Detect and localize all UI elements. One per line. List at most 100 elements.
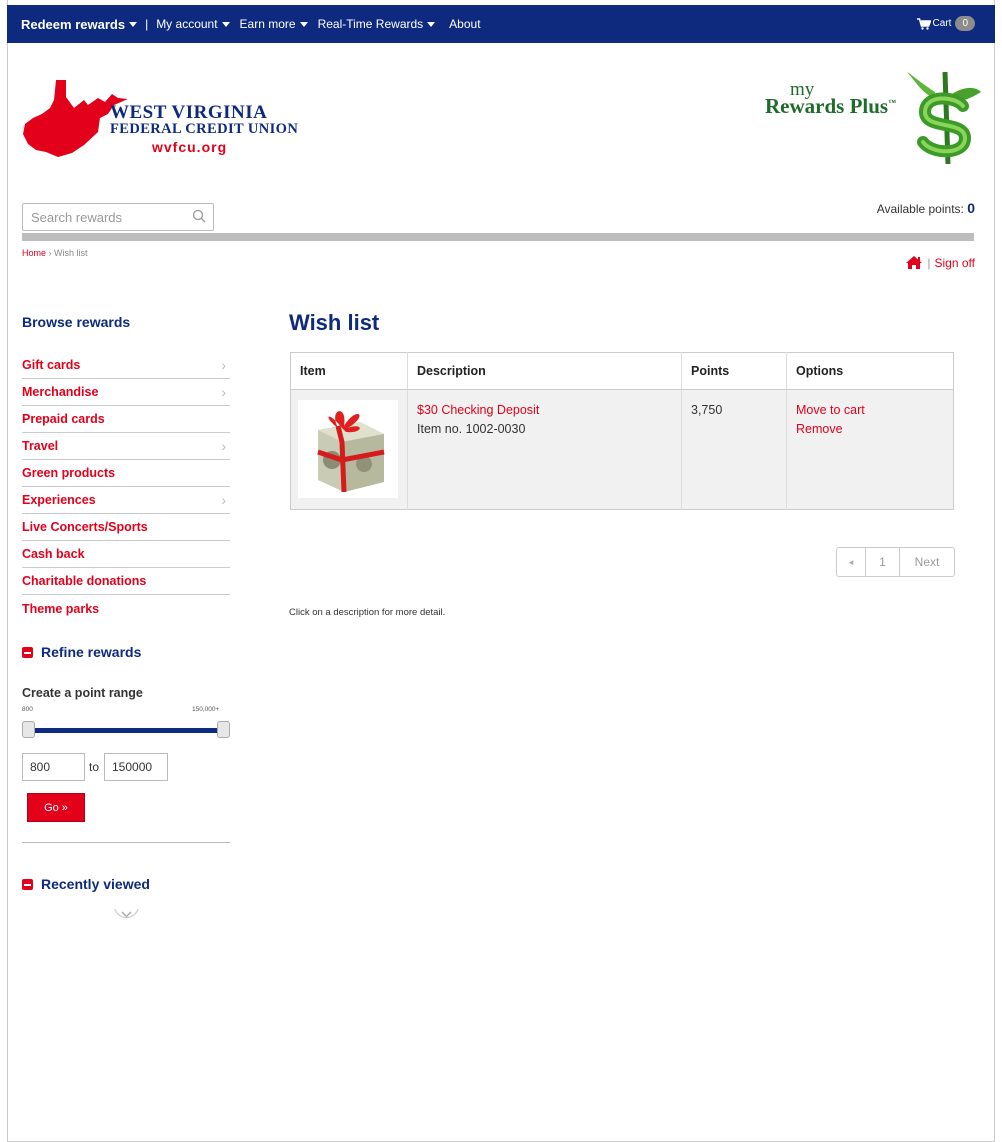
search-placeholder: Search rewards xyxy=(31,209,123,225)
page-number-button[interactable]: 1 xyxy=(866,548,900,576)
nav-my-account[interactable]: My account xyxy=(156,17,230,31)
item-points: 3,750 xyxy=(681,389,787,510)
org-name-line2: Federal Credit Union xyxy=(110,121,299,137)
column-header-description: Description xyxy=(407,352,682,390)
points-value: 0 xyxy=(967,200,975,216)
column-header-item: Item xyxy=(290,352,408,390)
nav-redeem-rewards[interactable]: Redeem rewards xyxy=(21,16,138,32)
chevron-right-icon: › xyxy=(221,492,226,508)
nav-label: Redeem rewards xyxy=(21,16,126,32)
chevron-down-circle-icon[interactable] xyxy=(113,905,140,925)
caret-down-icon xyxy=(129,21,138,27)
category-theme-parks[interactable]: Theme parks xyxy=(22,595,230,622)
category-live-concerts-sports[interactable]: Live Concerts/Sports xyxy=(22,514,230,541)
item-description-cell: $30 Checking Deposit Item no. 1002-0030 xyxy=(407,389,682,510)
go-button[interactable]: Go » xyxy=(27,793,85,822)
breadcrumb-separator: › xyxy=(48,248,52,258)
nav-label: My account xyxy=(156,17,218,31)
category-label: Theme parks xyxy=(22,601,100,616)
category-label: Experiences xyxy=(22,493,96,507)
item-image-cell xyxy=(290,389,408,510)
dollar-leaf-icon xyxy=(907,72,981,164)
search-icon[interactable] xyxy=(192,209,206,223)
chevron-right-icon: › xyxy=(221,438,226,454)
trademark: ™ xyxy=(888,98,897,107)
category-gift-cards[interactable]: Gift cards › xyxy=(22,352,230,379)
category-label: Travel xyxy=(22,439,59,453)
chevron-right-icon: › xyxy=(221,357,226,373)
cart-icon xyxy=(916,17,931,30)
sidebar-divider xyxy=(22,842,230,843)
nav-label: About xyxy=(449,17,481,31)
column-header-points: Points xyxy=(681,352,787,390)
next-page-button[interactable]: Next xyxy=(900,548,954,576)
recently-viewed-heading: Recently viewed xyxy=(41,876,150,892)
range-to-input[interactable]: 150000 xyxy=(104,753,168,781)
help-note: Click on a description for more detail. xyxy=(289,607,446,618)
sign-off-link[interactable]: Sign off xyxy=(935,256,975,270)
category-merchandise[interactable]: Merchandise › xyxy=(22,379,230,406)
program-name-text: Rewards Plus xyxy=(765,94,889,118)
refine-rewards-toggle[interactable]: Refine rewards xyxy=(22,644,141,660)
category-prepaid-cards[interactable]: Prepaid cards xyxy=(22,406,230,433)
range-max-label: 150,000+ xyxy=(192,706,220,713)
pagination: ◂ 1 Next xyxy=(836,547,955,577)
nav-label: Real-Time Rewards xyxy=(317,17,424,31)
cart-button[interactable]: Cart 0 xyxy=(916,16,975,31)
top-nav: Redeem rewards | My account Earn more Re… xyxy=(7,5,995,43)
program-name: Rewards Plus™ xyxy=(765,94,896,119)
range-to-label: to xyxy=(89,760,100,774)
category-label: Live Concerts/Sports xyxy=(22,520,148,534)
slider-track xyxy=(28,728,224,733)
collapse-icon xyxy=(22,646,33,658)
breadcrumb-home[interactable]: Home xyxy=(22,248,46,258)
category-label: Charitable donations xyxy=(22,574,147,588)
item-thumbnail[interactable] xyxy=(298,400,398,498)
caret-down-icon xyxy=(221,21,230,27)
category-charitable-donations[interactable]: Charitable donations xyxy=(22,568,230,595)
collapse-icon xyxy=(22,878,33,890)
breadcrumb-current: Wish list xyxy=(54,248,88,258)
page-title: Wish list xyxy=(289,310,380,335)
wish-list-table: Item Description Points Options $30 Chec… xyxy=(290,352,954,510)
breadcrumb: Home › Wish list xyxy=(22,248,88,258)
category-label: Gift cards xyxy=(22,358,81,372)
point-range-label: Create a point range xyxy=(22,686,143,700)
gift-wrapped-cash-image xyxy=(317,411,385,493)
item-description-link[interactable]: $30 Checking Deposit xyxy=(417,401,672,420)
range-from-input[interactable]: 800 xyxy=(22,753,85,781)
table-header-row: Item Description Points Options xyxy=(290,352,954,390)
header-divider xyxy=(22,233,974,241)
slider-min-handle[interactable] xyxy=(22,721,35,738)
cart-label: Cart xyxy=(932,18,952,29)
remove-link[interactable]: Remove xyxy=(796,420,944,439)
category-label: Cash back xyxy=(22,547,85,561)
nav-about[interactable]: About xyxy=(449,17,480,31)
caret-down-icon xyxy=(299,21,308,27)
nav-earn-more[interactable]: Earn more xyxy=(240,17,308,31)
refine-rewards-heading: Refine rewards xyxy=(41,644,142,660)
available-points: Available points: 0 xyxy=(877,200,975,216)
session-separator: | xyxy=(927,255,931,270)
nav-label: Earn more xyxy=(239,17,296,31)
point-range-slider[interactable] xyxy=(22,720,230,738)
nav-separator: | xyxy=(145,17,149,31)
category-cash-back[interactable]: Cash back xyxy=(22,541,230,568)
table-row: $30 Checking Deposit Item no. 1002-0030 … xyxy=(290,389,954,510)
category-travel[interactable]: Travel › xyxy=(22,433,230,460)
prev-page-button[interactable]: ◂ xyxy=(837,548,866,576)
cart-count-badge: 0 xyxy=(955,16,975,31)
item-number: Item no. 1002-0030 xyxy=(417,422,526,437)
category-green-products[interactable]: Green products xyxy=(22,460,230,487)
category-label: Green products xyxy=(22,466,116,480)
recently-viewed-toggle[interactable]: Recently viewed xyxy=(22,876,150,892)
nav-real-time-rewards[interactable]: Real-Time Rewards xyxy=(318,17,436,31)
slider-max-handle[interactable] xyxy=(217,721,230,738)
item-options-cell: Move to cart Remove xyxy=(786,389,954,510)
org-url: wvfcu.org xyxy=(152,139,228,155)
category-experiences[interactable]: Experiences › xyxy=(22,487,230,514)
search-input[interactable]: Search rewards xyxy=(22,203,214,231)
move-to-cart-link[interactable]: Move to cart xyxy=(796,401,944,420)
home-icon[interactable] xyxy=(905,255,923,270)
chevron-left-icon: ◂ xyxy=(848,556,854,567)
